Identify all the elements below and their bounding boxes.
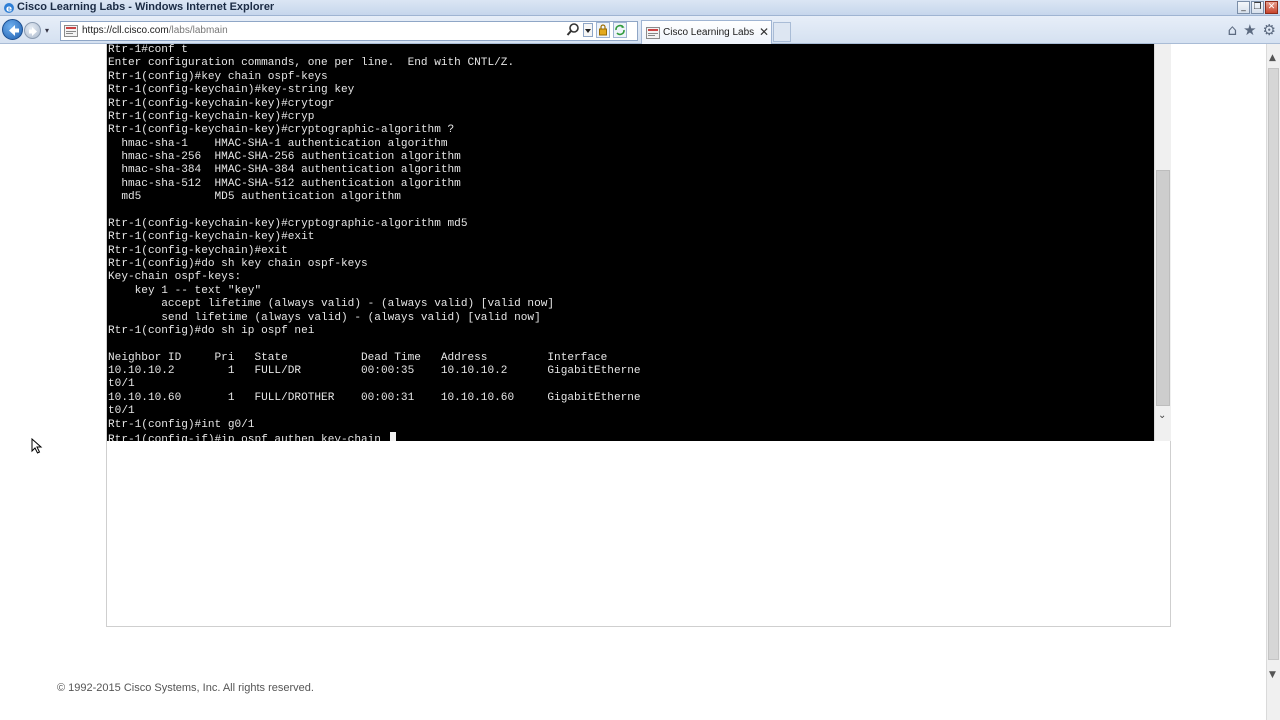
window-titlebar: e Cisco Learning Labs - Windows Internet…: [0, 0, 1280, 16]
terminal-console[interactable]: Rtr-1#conf t Enter configuration commands…: [107, 44, 1154, 441]
forward-button[interactable]: [24, 22, 41, 39]
page-scrollbar[interactable]: ▲ ▼: [1266, 44, 1280, 720]
scroll-down-icon[interactable]: ▼: [1269, 670, 1276, 680]
copyright-footer: © 1992-2015 Cisco Systems, Inc. All righ…: [57, 682, 314, 694]
terminal-line: 10.10.10.60 1 FULL/DROTHER 00:00:31 10.1…: [108, 391, 641, 404]
terminal-line: hmac-sha-384 HMAC-SHA-384 authentication…: [108, 164, 461, 177]
close-tab-button[interactable]: ✕: [759, 25, 769, 39]
page-scroll-thumb[interactable]: [1268, 68, 1279, 660]
terminal-line: accept lifetime (always valid) - (always…: [108, 298, 555, 311]
url-path: /labs/labmain: [168, 25, 228, 36]
terminal-line: Key-chain ospf-keys:: [108, 271, 242, 284]
home-icon[interactable]: ⌂: [1228, 22, 1238, 38]
terminal-line: Rtr-1(config-keychain-key)#cryptographic…: [108, 217, 468, 230]
page-icon: [64, 25, 78, 37]
terminal-line: Rtr-1(config)#do sh key chain ospf-keys: [108, 258, 368, 270]
address-tools: [566, 22, 627, 38]
terminal-line: Rtr-1(config)#int g0/1: [108, 418, 255, 431]
minimize-button[interactable]: _: [1237, 1, 1250, 14]
terminal-line: Neighbor ID Pri State Dead Time Address …: [108, 351, 608, 364]
page-content: Rtr-1#conf t Enter configuration commands…: [0, 44, 1266, 720]
back-button[interactable]: [2, 19, 23, 40]
terminal-line: md5 MD5 authentication algorithm: [108, 191, 401, 204]
terminal-line: hmac-sha-1 HMAC-SHA-1 authentication alg…: [108, 137, 448, 150]
window-title: Cisco Learning Labs - Windows Internet E…: [17, 1, 275, 13]
terminal-line: Rtr-1(config)#do sh ip ospf nei: [108, 324, 315, 337]
internet-explorer-icon: e: [4, 3, 14, 15]
refresh-icon[interactable]: [613, 22, 627, 38]
terminal-line: Rtr-1(config-keychain-key)#exit: [108, 231, 315, 244]
terminal-scroll-thumb[interactable]: [1156, 170, 1170, 406]
terminal-line: t0/1: [108, 405, 135, 418]
favorites-icon[interactable]: ★: [1243, 22, 1256, 38]
chevron-down-icon[interactable]: ⌄: [1158, 410, 1166, 421]
lock-icon[interactable]: [596, 22, 610, 38]
close-window-button[interactable]: ✕: [1265, 1, 1278, 14]
scroll-up-icon[interactable]: ▲: [1269, 53, 1276, 63]
terminal-line: 10.10.10.2 1 FULL/DR 00:00:35 10.10.10.2…: [108, 365, 641, 377]
tab-label: Cisco Learning Labs: [663, 27, 755, 38]
svg-text:e: e: [6, 5, 12, 15]
terminal-line: Rtr-1(config-keychain)#key-string key: [108, 84, 355, 97]
new-tab-button[interactable]: [773, 22, 791, 42]
browser-right-icons: ⌂ ★ ⚙: [1228, 22, 1276, 38]
tab-cisco-learning-labs[interactable]: Cisco Learning Labs ✕: [641, 20, 772, 44]
terminal-line: hmac-sha-512 HMAC-SHA-512 authentication…: [108, 177, 461, 190]
terminal-line: t0/1: [108, 378, 135, 391]
page-icon: [646, 27, 660, 39]
terminal-line: Rtr-1#conf t: [108, 44, 188, 56]
url-host: https://cll.cisco.com: [82, 25, 169, 36]
browser-toolbar: ▾ https://cll.cisco.com/labs/labmain Cis…: [0, 16, 1280, 44]
terminal-prompt-line[interactable]: Rtr-1(config-if)#ip ospf authen key-chai…: [108, 431, 1154, 441]
restore-button[interactable]: ❐: [1251, 1, 1264, 14]
terminal-line: hmac-sha-256 HMAC-SHA-256 authentication…: [108, 151, 461, 163]
mouse-cursor-icon: [31, 438, 43, 454]
back-arrow-icon: [9, 25, 19, 36]
history-dropdown[interactable]: ▾: [45, 26, 49, 35]
terminal-line: Rtr-1(config-keychain-key)#cryptographic…: [108, 124, 455, 137]
terminal-line: send lifetime (always valid) - (always v…: [108, 311, 541, 324]
terminal-scrollbar[interactable]: ⌄: [1154, 44, 1171, 441]
forward-arrow-icon: [29, 27, 37, 36]
address-bar[interactable]: https://cll.cisco.com/labs/labmain: [60, 21, 638, 41]
terminal-current-command: Rtr-1(config-if)#ip ospf authen key-chai…: [108, 433, 388, 441]
text-cursor: [389, 431, 396, 441]
terminal-line: Rtr-1(config-keychain)#exit: [108, 244, 288, 257]
window-controls: _ ❐ ✕: [1237, 1, 1278, 14]
terminal-line: key 1 -- text "key": [108, 284, 262, 297]
dropdown-icon[interactable]: [583, 22, 593, 38]
terminal-line: Rtr-1(config)#key chain ospf-keys: [108, 70, 328, 83]
address-url[interactable]: https://cll.cisco.com/labs/labmain: [82, 25, 228, 36]
terminal-line: Rtr-1(config-keychain-key)#cryp: [108, 110, 315, 123]
terminal-line: Rtr-1(config-keychain-key)#crytogr: [108, 97, 335, 110]
gear-icon[interactable]: ⚙: [1263, 22, 1276, 38]
terminal-line: Enter configuration commands, one per li…: [108, 57, 515, 70]
search-icon[interactable]: [566, 22, 580, 38]
